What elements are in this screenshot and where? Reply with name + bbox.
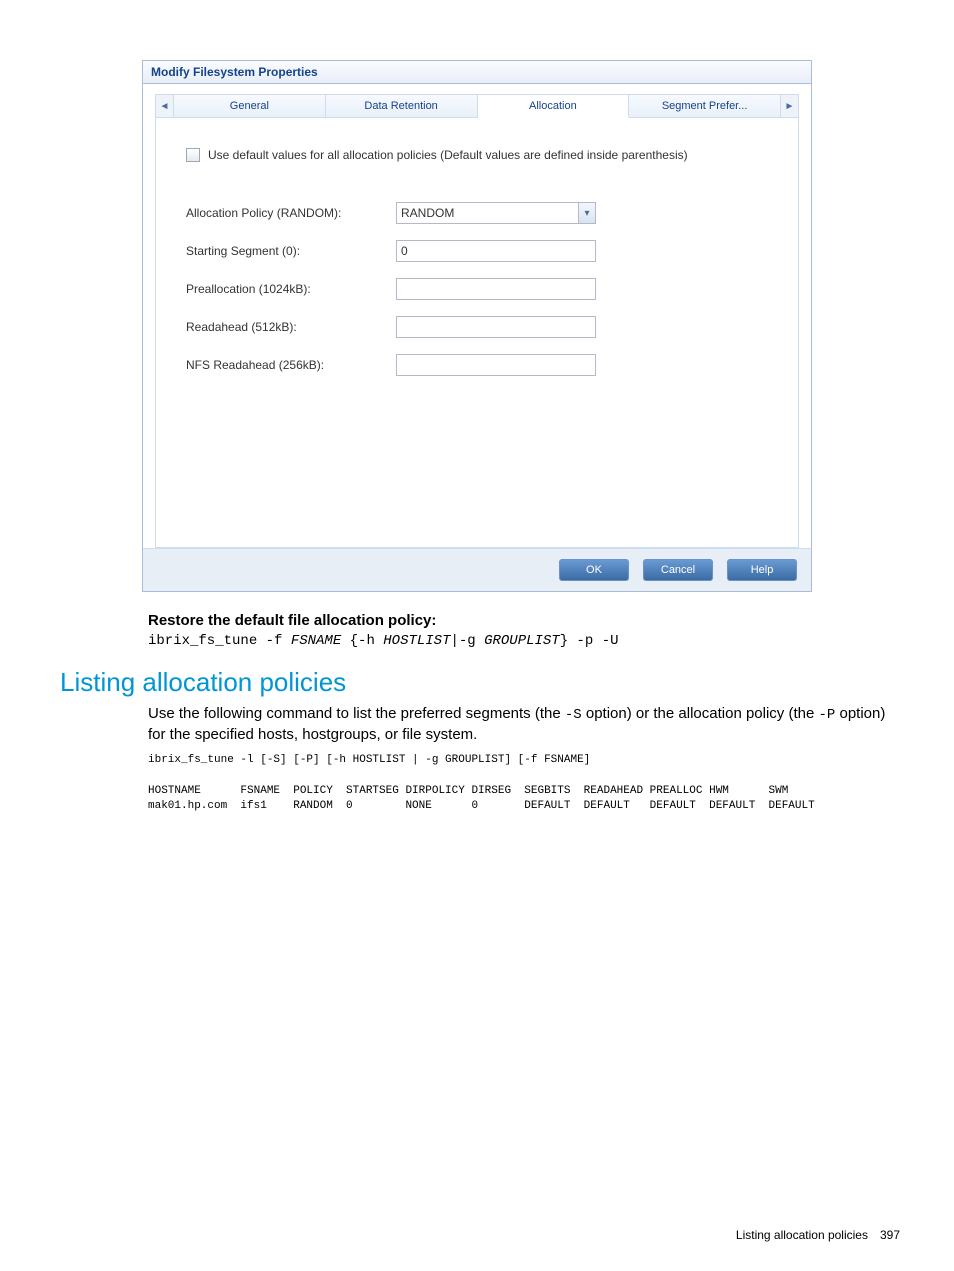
tab-data-retention[interactable]: Data Retention [326, 94, 478, 118]
tab-bar: ◄ General Data Retention Allocation Segm… [155, 94, 799, 118]
tab-allocation[interactable]: Allocation [478, 94, 630, 118]
alloc-policy-combo[interactable]: ▾ [396, 202, 596, 224]
use-defaults-label: Use default values for all allocation po… [208, 148, 688, 162]
ok-button[interactable]: OK [559, 559, 629, 581]
readahead-label: Readahead (512kB): [186, 320, 396, 334]
starting-segment-input[interactable] [396, 240, 596, 262]
tab-scroll-left[interactable]: ◄ [155, 94, 173, 118]
footer-section-title: Listing allocation policies [736, 1228, 868, 1242]
alloc-policy-input[interactable] [396, 202, 578, 224]
footer-page-number: 397 [880, 1228, 900, 1242]
arrow-right-icon: ► [785, 101, 795, 112]
alloc-policy-dropdown-button[interactable]: ▾ [578, 202, 596, 224]
page-footer: Listing allocation policies 397 [736, 1228, 900, 1242]
tab-scroll-right[interactable]: ► [781, 94, 799, 118]
dialog-title: Modify Filesystem Properties [143, 61, 811, 84]
prealloc-input[interactable] [396, 278, 596, 300]
starting-segment-label: Starting Segment (0): [186, 244, 396, 258]
prealloc-label: Preallocation (1024kB): [186, 282, 396, 296]
modify-filesystem-dialog: Modify Filesystem Properties ◄ General D… [142, 60, 812, 592]
restore-heading: Restore the default file allocation poli… [148, 612, 894, 629]
listing-body-text: Use the following command to list the pr… [148, 704, 894, 745]
chevron-down-icon: ▾ [584, 208, 589, 219]
listing-command-block: ibrix_fs_tune -l [-S] [-P] [-h HOSTLIST … [148, 753, 894, 815]
nfs-readahead-label: NFS Readahead (256kB): [186, 358, 396, 372]
readahead-input[interactable] [396, 316, 596, 338]
nfs-readahead-input[interactable] [396, 354, 596, 376]
section-heading-listing: Listing allocation policies [60, 667, 894, 698]
tab-content-allocation: Use default values for all allocation po… [155, 118, 799, 548]
alloc-policy-label: Allocation Policy (RANDOM): [186, 206, 396, 220]
tab-general[interactable]: General [173, 94, 326, 118]
dialog-footer: OK Cancel Help [143, 548, 811, 591]
cancel-button[interactable]: Cancel [643, 559, 713, 581]
restore-command: ibrix_fs_tune -f FSNAME {-h HOSTLIST|-g … [148, 633, 894, 649]
use-defaults-checkbox[interactable] [186, 148, 200, 162]
help-button[interactable]: Help [727, 559, 797, 581]
tab-segment-prefer[interactable]: Segment Prefer... [629, 94, 781, 118]
arrow-left-icon: ◄ [160, 101, 170, 112]
